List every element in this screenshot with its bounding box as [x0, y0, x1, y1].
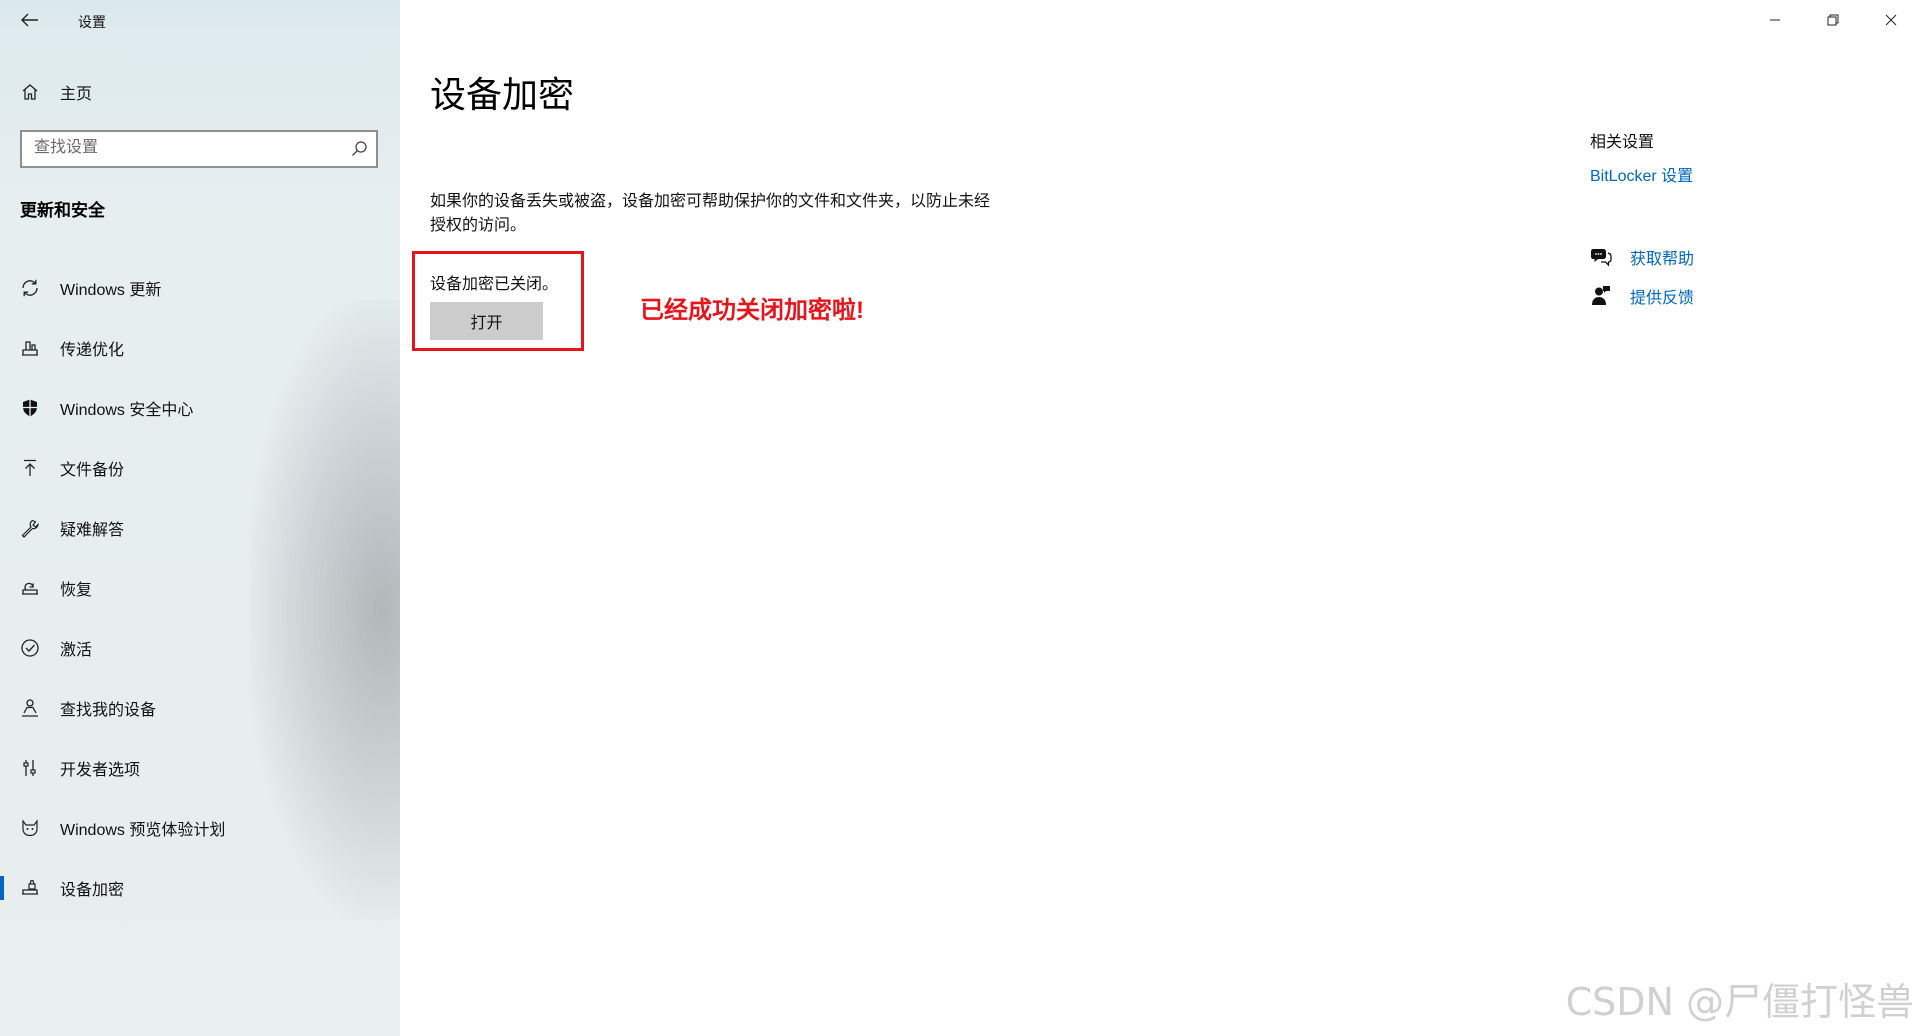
sidebar-item-label: 传递优化 — [60, 342, 125, 359]
backup-arrow-up-icon — [19, 457, 41, 479]
search-box — [20, 130, 378, 168]
chat-help-icon — [1590, 246, 1612, 268]
bitlocker-settings-link[interactable]: BitLocker 设置 — [1590, 162, 1693, 186]
watermark: CSDN @尸僵打怪兽 — [1565, 980, 1914, 1024]
sidebar-item-developer-options[interactable]: 开发者选项 — [0, 738, 400, 798]
sidebar-item-delivery-optimization[interactable]: 传递优化 — [0, 318, 400, 378]
sidebar-item-label: 疑难解答 — [60, 522, 125, 539]
annotation-text: 已经成功关闭加密啦! — [640, 297, 864, 324]
get-help-label: 获取帮助 — [1630, 251, 1695, 268]
sidebar-item-label: Windows 安全中心 — [60, 402, 194, 419]
check-circle-icon — [19, 637, 41, 659]
related-settings-title: 相关设置 — [1590, 134, 1655, 151]
feedback-link[interactable]: 提供反馈 — [1590, 282, 1694, 310]
sidebar-item-recovery[interactable]: 恢复 — [0, 558, 400, 618]
sidebar-item-home[interactable]: 主页 — [0, 74, 400, 110]
device-encryption-icon — [19, 877, 41, 899]
turn-on-button[interactable]: 打开 — [430, 302, 543, 340]
delivery-optimization-icon — [19, 337, 41, 359]
search-input[interactable] — [22, 132, 344, 164]
feedback-person-icon — [1590, 285, 1612, 307]
feedback-label: 提供反馈 — [1630, 290, 1695, 307]
sidebar-item-label: 文件备份 — [60, 462, 125, 479]
sidebar-item-find-my-device[interactable]: 查找我的设备 — [0, 678, 400, 738]
sidebar: 设置 主页 更新和安全 — [0, 0, 400, 1036]
sidebar-item-label: 恢复 — [60, 582, 93, 599]
sidebar-item-label: Windows 预览体验计划 — [60, 822, 226, 839]
back-arrow-icon — [21, 13, 38, 27]
sidebar-item-file-backup[interactable]: 文件备份 — [0, 438, 400, 498]
title-bar: 设置 — [0, 0, 400, 40]
section-title: 更新和安全 — [20, 201, 105, 220]
page-title: 设备加密 — [430, 74, 575, 115]
app-title: 设置 — [78, 14, 106, 30]
sidebar-item-windows-update[interactable]: Windows 更新 — [0, 258, 400, 318]
sidebar-item-troubleshoot[interactable]: 疑难解答 — [0, 498, 400, 558]
encryption-status-text: 设备加密已关闭。 — [430, 276, 559, 293]
shield-icon — [19, 397, 41, 419]
find-device-person-icon — [19, 697, 41, 719]
developer-sliders-icon — [19, 757, 41, 779]
sidebar-item-activation[interactable]: 激活 — [0, 618, 400, 678]
sync-icon — [19, 277, 41, 299]
home-icon — [20, 82, 40, 102]
sidebar-item-label: 查找我的设备 — [60, 702, 157, 719]
wrench-icon — [19, 517, 41, 539]
sidebar-item-label: 设备加密 — [60, 882, 125, 899]
sidebar-nav: Windows 更新 传递优化 Windows 安全中心 文件备份 疑难解答 恢… — [0, 258, 400, 918]
sidebar-item-label: 开发者选项 — [60, 762, 141, 779]
get-help-link[interactable]: 获取帮助 — [1590, 243, 1694, 271]
main-content: 设备加密 如果你的设备丢失或被盗，设备加密可帮助保护你的文件和文件夹，以防止未经… — [400, 0, 1920, 1036]
encryption-description: 如果你的设备丢失或被盗，设备加密可帮助保护你的文件和文件夹，以防止未经授权的访问… — [430, 193, 991, 234]
sidebar-item-device-encryption[interactable]: 设备加密 — [0, 858, 400, 918]
search-icon[interactable] — [350, 140, 368, 158]
sidebar-item-windows-insider[interactable]: Windows 预览体验计划 — [0, 798, 400, 858]
sidebar-item-label: 激活 — [60, 642, 93, 659]
sidebar-item-label: Windows 更新 — [60, 282, 162, 299]
back-button[interactable] — [16, 6, 44, 34]
insider-cat-icon — [19, 817, 41, 839]
home-label: 主页 — [60, 86, 93, 103]
sidebar-item-security-center[interactable]: Windows 安全中心 — [0, 378, 400, 438]
recovery-icon — [19, 577, 41, 599]
settings-window: 设置 主页 更新和安全 — [0, 0, 1920, 1036]
